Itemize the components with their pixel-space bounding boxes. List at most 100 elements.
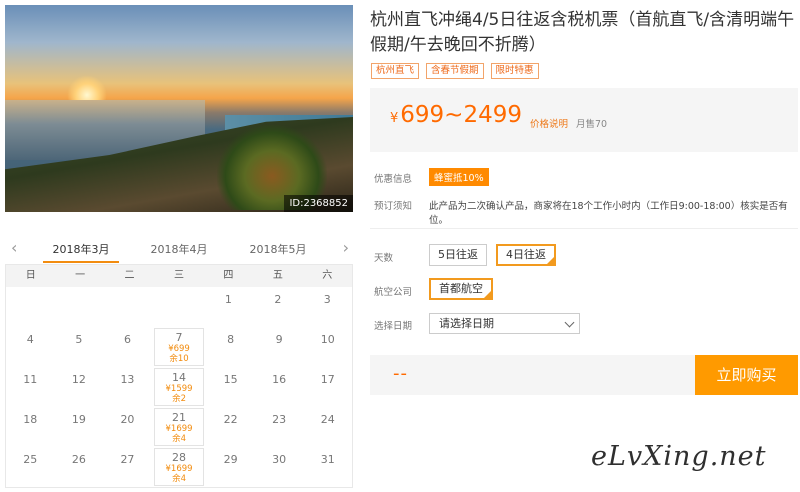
calendar-day-number: 17 — [320, 373, 335, 386]
calendar-day-number: 26 — [71, 453, 86, 466]
calendar-day: 10 — [303, 327, 352, 367]
calendar-day: 22 — [206, 407, 255, 447]
airline-label: 航空公司 — [374, 287, 413, 298]
price-explain-link[interactable]: 价格说明 — [530, 116, 568, 130]
price-box: ¥699~2499 价格说明 月售70 — [370, 88, 798, 152]
calendar-day-number: 29 — [223, 453, 238, 466]
divider — [370, 228, 798, 229]
next-month-arrow-icon[interactable]: › — [343, 238, 349, 257]
calendar-day: 16 — [255, 367, 304, 407]
calendar-day-available[interactable]: 21 ¥1699 余4 — [153, 408, 205, 446]
calendar-day: 23 — [255, 407, 304, 447]
calendar-day-number: 25 — [23, 453, 38, 466]
price-range: ¥699~2499 — [390, 102, 522, 128]
notice-text: 此产品为二次确认产品，商家将在18个工作小时内（工作日9:00-18:00）核实… — [429, 201, 788, 226]
calendar-day-remaining: 余10 — [169, 354, 189, 364]
weekday-label: 二 — [124, 270, 135, 281]
calendar-day-number: 7 — [175, 331, 183, 344]
calendar-day-number: 9 — [275, 333, 283, 346]
month-tabs: ‹ 2018年3月 2018年4月 2018年5月 › — [5, 232, 353, 264]
product-tag: 限时特惠 — [490, 63, 539, 79]
calendar-day-number: 30 — [272, 453, 287, 466]
weekday-label: 三 — [173, 270, 184, 281]
calendar-grid: 日 一 二 三 四 五 六 1 2 3 4 5 6 7 ¥699 余10 8 9 10 11 12 13 14… — [5, 264, 353, 488]
calendar-day: 24 — [303, 407, 352, 447]
calendar-day-remaining: 余4 — [172, 474, 186, 484]
calendar-day-available[interactable]: 14 ¥1599 余2 — [153, 368, 205, 406]
currency-symbol: ¥ — [390, 111, 399, 126]
tab-month-3[interactable]: 2018年5月 — [240, 241, 316, 257]
calendar-day-available[interactable]: 28 ¥1699 余4 — [153, 448, 205, 486]
calendar-week-row: 18 19 20 21 ¥1699 余4 22 23 24 — [6, 407, 352, 447]
calendar-day-remaining: 余4 — [172, 434, 186, 444]
calendar-day-number: 20 — [120, 413, 135, 426]
calendar-day: 31 — [303, 447, 352, 487]
weekday-label: 五 — [272, 270, 283, 281]
weekday-label: 一 — [75, 270, 86, 281]
calendar-day: 26 — [55, 447, 104, 487]
notice-label: 预订须知 — [374, 201, 413, 212]
calendar-day-number: 8 — [227, 333, 235, 346]
calendar-day-number: 27 — [120, 453, 135, 466]
product-tag: 含春节假期 — [426, 63, 484, 79]
calendar-day: 3 — [303, 287, 352, 327]
calendar-day: 29 — [206, 447, 255, 487]
prev-month-arrow-icon[interactable]: ‹ — [11, 238, 17, 257]
calendar-weeks: 1 2 3 4 5 6 7 ¥699 余10 8 9 10 11 12 13 14 ¥1599 余2 15 16 17 1… — [6, 287, 352, 487]
weekday-label: 六 — [322, 270, 333, 281]
calendar-week-row: 4 5 6 7 ¥699 余10 8 9 10 — [6, 327, 352, 367]
product-title: 杭州直飞冲绳4/5日往返含税机票（首航直飞/含清明端午假期/午去晚回不折腾） — [370, 10, 795, 55]
calendar-day-number: 1 — [224, 293, 232, 306]
calendar-day-number: 23 — [272, 413, 287, 426]
date-label: 选择日期 — [374, 321, 413, 332]
calendar-day-remaining: 余2 — [172, 394, 186, 404]
product-photo: ID:2368852 — [5, 5, 353, 212]
total-price: -- — [393, 363, 408, 384]
calendar-day: 11 — [6, 367, 55, 407]
calendar-day-number: 10 — [320, 333, 335, 346]
monthly-sales: 月售70 — [576, 119, 608, 130]
calendar-day-number: 19 — [71, 413, 86, 426]
calendar-day: 4 — [6, 327, 55, 367]
calendar-day: 17 — [303, 367, 352, 407]
option-5-day[interactable]: 5日往返 — [429, 244, 487, 266]
buy-now-button[interactable]: 立即购买 — [695, 355, 798, 395]
calendar-day-number: 6 — [123, 333, 131, 346]
calendar-day-number: 16 — [272, 373, 287, 386]
calendar-day-number: 24 — [320, 413, 335, 426]
calendar-day-number: 15 — [223, 373, 238, 386]
tab-month-2[interactable]: 2018年4月 — [141, 241, 217, 257]
buy-bar: -- 立即购买 — [370, 355, 798, 395]
calendar-day-number: 2 — [274, 293, 282, 306]
calendar-day: 2 — [253, 287, 302, 327]
calendar-day: 27 — [103, 447, 152, 487]
calendar-day-number: 4 — [26, 333, 34, 346]
calendar-weekday-header: 日 一 二 三 四 五 六 — [6, 265, 352, 287]
calendar-day-available[interactable]: 7 ¥699 余10 — [153, 328, 205, 366]
calendar-day: 25 — [6, 447, 55, 487]
calendar-day: 6 — [103, 327, 152, 367]
calendar-day-number: 14 — [172, 371, 187, 384]
calendar-day-number: 12 — [71, 373, 86, 386]
calendar-day: 1 — [204, 287, 253, 327]
tab-month-1[interactable]: 2018年3月 — [43, 241, 119, 257]
calendar-empty-cell — [154, 287, 203, 327]
calendar-day: 19 — [55, 407, 104, 447]
calendar-day: 5 — [55, 327, 104, 367]
calendar-day-number: 11 — [23, 373, 38, 386]
calendar-day-number: 28 — [172, 451, 187, 464]
option-airline-capital[interactable]: 首都航空 — [429, 278, 493, 300]
discount-label: 优惠信息 — [374, 174, 413, 185]
calendar-week-row: 11 12 13 14 ¥1599 余2 15 16 17 — [6, 367, 352, 407]
calendar-week-row: 25 26 27 28 ¥1699 余4 29 30 31 — [6, 447, 352, 487]
calendar-day: 13 — [103, 367, 152, 407]
date-select[interactable]: 请选择日期 — [429, 313, 580, 334]
active-month-underline — [43, 261, 119, 263]
calendar-day-price: ¥1699 — [165, 424, 193, 434]
calendar-empty-cell — [55, 287, 104, 327]
calendar-day-price: ¥1599 — [165, 384, 193, 394]
calendar-day: 20 — [103, 407, 152, 447]
price-range-value: 699~2499 — [400, 102, 522, 128]
days-label: 天数 — [374, 253, 394, 264]
option-4-day[interactable]: 4日往返 — [496, 244, 556, 266]
